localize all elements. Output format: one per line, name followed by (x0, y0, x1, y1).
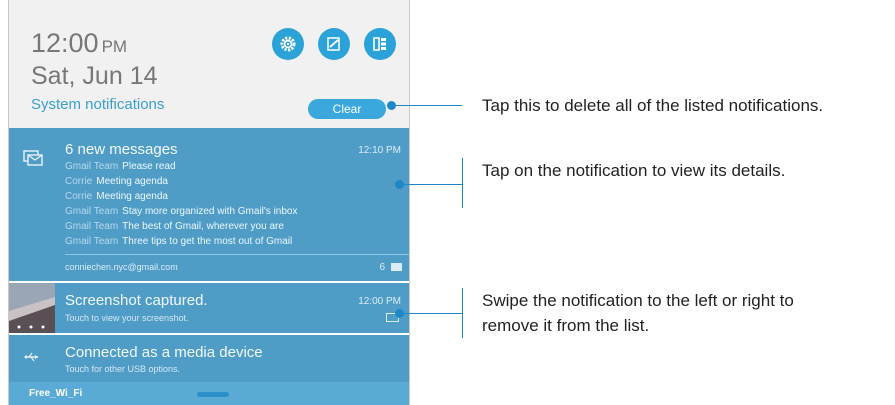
clock-time: 12:00 (31, 28, 99, 58)
clear-button[interactable]: Clear (308, 99, 386, 119)
system-notifications-label: System notifications (31, 96, 165, 113)
callout-line (400, 313, 463, 314)
notification-time: 12:10 PM (358, 145, 401, 156)
callout-swipe: Swipe the notification to the left or ri… (482, 291, 794, 335)
drag-handle[interactable] (197, 392, 229, 397)
message-line: Corrie Meeting agenda (65, 191, 168, 202)
callout-line (400, 184, 463, 185)
notification-title: Connected as a media device (65, 344, 263, 361)
message-sender: Gmail Team (65, 236, 119, 247)
message-line: Gmail Team Stay more organized with Gmail… (65, 206, 298, 217)
clock-ampm: PM (101, 37, 128, 56)
notification-usb[interactable]: Connected as a media device Touch for ot… (9, 335, 409, 382)
message-subject: Stay more organized with Gmail's inbox (122, 206, 298, 217)
message-line: Corrie Meeting agenda (65, 176, 168, 187)
small-mail-icon (391, 263, 402, 271)
settings-button[interactable] (272, 28, 304, 60)
apps-grid-button[interactable] (364, 28, 396, 60)
notification-panel: 12:00 PM Sat, Jun 14 System notifications (8, 0, 410, 405)
message-line: Gmail Team Three tips to get the most out… (65, 236, 292, 247)
mail-stack-icon (23, 150, 43, 166)
bottom-bar: Free_Wi_Fi (9, 382, 409, 405)
notification-subtitle: Touch for other USB options. (65, 364, 181, 374)
notification-messages[interactable]: 6 new messages 12:10 PM Gmail Team Please… (9, 128, 409, 281)
callout-line (392, 105, 462, 106)
callout-bracket (462, 288, 463, 338)
clock: 12:00 PM (31, 28, 127, 59)
notification-subtitle: Touch to view your screenshot. (65, 313, 189, 323)
callout-clear: Tap this to delete all of the listed not… (482, 96, 824, 115)
callout-bracket (462, 158, 463, 208)
message-count: 6 (379, 262, 385, 273)
callout-view-details: Tap on the notification to view its deta… (482, 161, 786, 180)
message-sender: Gmail Team (65, 221, 119, 232)
panel-header: 12:00 PM Sat, Jun 14 System notifications (9, 0, 409, 128)
notification-screenshot[interactable]: Screenshot captured. Touch to view your … (9, 283, 409, 333)
account-email: conniechen.nyc@gmail.com (65, 262, 178, 272)
notification-title: Screenshot captured. (65, 292, 208, 309)
message-subject: Please read (122, 161, 176, 172)
message-sender: Gmail Team (65, 206, 119, 217)
edit-button[interactable] (318, 28, 350, 60)
notification-divider (65, 254, 409, 255)
settings-icon (280, 36, 296, 52)
message-subject: Meeting agenda (96, 191, 168, 202)
message-sender: Gmail Team (65, 161, 119, 172)
message-line: Gmail Team Please read (65, 161, 176, 172)
message-subject: Three tips to get the most out of Gmail (122, 236, 293, 247)
apps-grid-icon (373, 37, 386, 51)
usb-icon (24, 352, 38, 362)
message-subject: The best of Gmail, wherever you are (122, 221, 284, 232)
message-sender: Corrie (65, 191, 93, 202)
screenshot-thumbnail (9, 283, 55, 333)
message-subject: Meeting agenda (96, 176, 168, 187)
edit-icon (327, 37, 340, 51)
date-label: Sat, Jun 14 (31, 62, 158, 90)
message-line: Gmail Team The best of Gmail, wherever yo… (65, 221, 284, 232)
message-sender: Corrie (65, 176, 93, 187)
notification-time: 12:00 PM (358, 296, 401, 307)
wifi-network-label: Free_Wi_Fi (29, 388, 83, 399)
notification-title: 6 new messages (65, 141, 178, 158)
